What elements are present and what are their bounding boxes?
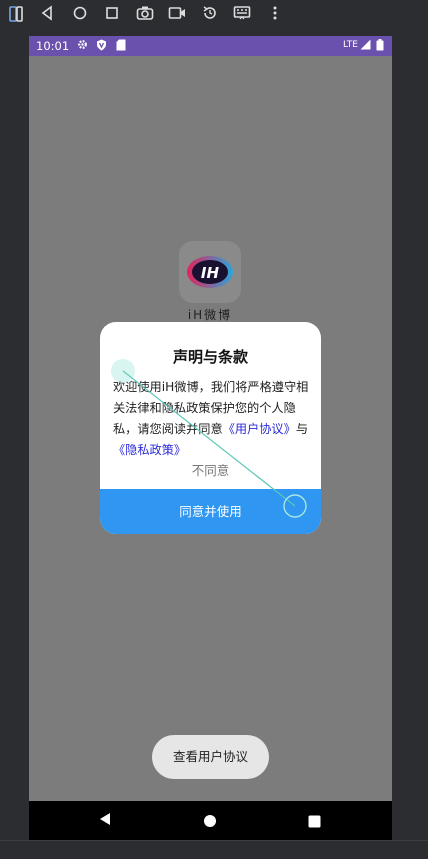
recents-square-icon[interactable]: [308, 813, 321, 832]
touch-trail-line: [122, 370, 296, 507]
keyboard-icon[interactable]: [232, 5, 252, 25]
emulator-toolbar: [0, 0, 428, 30]
back-icon[interactable]: [37, 5, 57, 25]
navigation-bar: [29, 801, 392, 841]
emulator-bottom-bar: [0, 840, 428, 859]
fold-icon[interactable]: [6, 5, 26, 25]
video-icon[interactable]: [167, 5, 187, 25]
phone-screen: 10:01 LTE IH iH微博 声明与条款 欢迎使用iH微博，我们将严格遵守…: [29, 36, 392, 841]
toast-view-user-agreement: 查看用户协议: [152, 735, 269, 779]
home-circle-icon[interactable]: [203, 813, 217, 832]
camera-icon[interactable]: [135, 5, 155, 25]
home-icon[interactable]: [70, 5, 90, 25]
overview-icon[interactable]: [102, 5, 122, 25]
back-triangle-icon[interactable]: [98, 811, 112, 831]
more-icon[interactable]: [265, 5, 285, 25]
rotate-icon[interactable]: [200, 5, 220, 25]
touch-trail-overlay: [111, 359, 307, 518]
